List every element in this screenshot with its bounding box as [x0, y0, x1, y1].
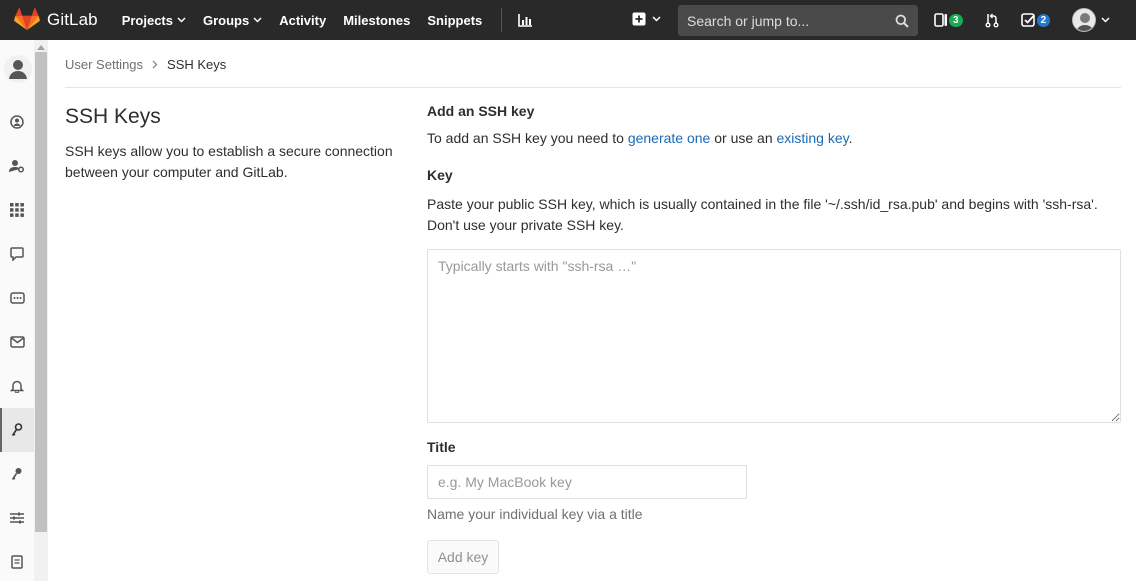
gitlab-home-link[interactable]: GitLab [14, 6, 98, 34]
search-input[interactable] [687, 12, 895, 29]
user-menu-button[interactable] [1072, 8, 1110, 32]
gitlab-logo-icon [14, 6, 40, 34]
key-icon [11, 423, 23, 436]
top-navbar: GitLab Projects Groups Activity Mileston… [0, 0, 1136, 40]
merge-request-icon [985, 13, 999, 27]
sidebar-item-gpg-keys[interactable] [0, 452, 34, 496]
breadcrumb: User Settings SSH Keys [65, 57, 226, 72]
user-silhouette-icon [4, 55, 32, 83]
nav-groups-label: Groups [203, 12, 250, 28]
sidebar-item-chat[interactable] [0, 232, 34, 276]
nav-milestones[interactable]: Milestones [343, 13, 410, 28]
todo-check-icon [1020, 13, 1035, 27]
applications-icon [10, 203, 24, 217]
issues-count-badge: 3 [949, 13, 963, 27]
sidebar-user-avatar[interactable] [4, 50, 32, 88]
nav-projects-label: Projects [121, 12, 173, 28]
sidebar-item-preferences[interactable] [0, 496, 34, 540]
title-help-text: Name your individual key via a title [427, 506, 643, 522]
key-title-input[interactable] [427, 465, 747, 499]
nav-activity-label: Activity [279, 12, 327, 28]
active-sessions-icon [11, 555, 23, 569]
page-title: SSH Keys [65, 105, 161, 128]
nav-groups[interactable]: Groups [203, 13, 262, 28]
brand-name: GitLab [47, 10, 98, 29]
chat-icon [10, 247, 24, 261]
issues-icon [934, 13, 947, 27]
scroll-up-arrow-icon[interactable] [37, 45, 45, 50]
intro-text-prefix: To add an SSH key you need to [427, 130, 628, 146]
plus-square-icon [632, 12, 646, 26]
add-key-button[interactable]: Add key [427, 540, 499, 574]
sidebar-item-access-tokens[interactable] [0, 276, 34, 320]
todos-link[interactable]: 2 [1020, 13, 1051, 27]
add-ssh-key-intro: To add an SSH key you need to generate o… [427, 130, 1121, 146]
key-label: Key [427, 167, 453, 183]
analytics-button[interactable] [518, 13, 533, 27]
merge-requests-link[interactable] [985, 13, 999, 28]
search-box [678, 5, 918, 36]
settings-sidebar [0, 40, 48, 581]
key-help-text: Paste your public SSH key, which is usua… [427, 196, 1098, 233]
breadcrumb-current[interactable]: SSH Keys [167, 57, 226, 72]
ssh-key-textarea[interactable] [427, 249, 1121, 423]
header-divider [65, 87, 1121, 88]
existing-key-link[interactable]: existing key [777, 130, 849, 146]
new-dropdown-button[interactable] [632, 12, 661, 26]
intro-text-suffix: . [848, 130, 853, 146]
breadcrumb-user-settings[interactable]: User Settings [65, 57, 143, 72]
nav-snippets-label: Snippets [427, 12, 483, 28]
intro-text-middle: or use an [710, 130, 777, 146]
sidebar-item-profile[interactable] [0, 100, 34, 144]
nav-activity[interactable]: Activity [279, 13, 326, 28]
key-icon [11, 468, 22, 480]
notifications-icon [10, 380, 24, 393]
sidebar-scrollbar-thumb[interactable] [35, 52, 47, 532]
generate-one-link[interactable]: generate one [628, 130, 711, 146]
sidebar-item-ssh-keys[interactable] [0, 408, 34, 452]
navbar-right-icons: 3 2 [934, 0, 1072, 40]
nav-divider [501, 8, 503, 32]
profile-icon [10, 115, 24, 129]
chevron-down-icon [652, 16, 661, 22]
issues-link[interactable]: 3 [934, 13, 963, 27]
sidebar-item-active-sessions[interactable] [0, 540, 34, 584]
nav-snippets[interactable]: Snippets [427, 13, 482, 28]
account-icon [9, 160, 25, 173]
sidebar-item-account[interactable] [0, 144, 34, 188]
emails-icon [9, 336, 25, 348]
access-tokens-icon [9, 292, 25, 304]
search-icon [895, 14, 909, 28]
user-avatar [1072, 8, 1096, 32]
todos-count-badge: 2 [1036, 13, 1051, 27]
chevron-down-icon [253, 17, 262, 23]
nav-projects[interactable]: Projects [122, 13, 186, 28]
chevron-down-icon [177, 17, 186, 23]
main-nav: Projects Groups Activity Milestones Snip… [122, 8, 533, 32]
add-ssh-key-heading: Add an SSH key [427, 103, 535, 119]
add-ssh-key-section: Add an SSH key To add an SSH key you nee… [427, 103, 1121, 146]
chevron-right-icon [152, 58, 158, 72]
sidebar-item-applications[interactable] [0, 188, 34, 232]
sidebar-item-emails[interactable] [0, 320, 34, 364]
chart-icon [518, 13, 533, 27]
title-label: Title [427, 439, 456, 455]
page-description: SSH keys allow you to establish a secure… [65, 143, 393, 180]
chevron-down-icon [1101, 17, 1110, 23]
nav-milestones-label: Milestones [343, 12, 411, 28]
sidebar-item-notifications[interactable] [0, 364, 34, 408]
preferences-icon [10, 512, 24, 524]
